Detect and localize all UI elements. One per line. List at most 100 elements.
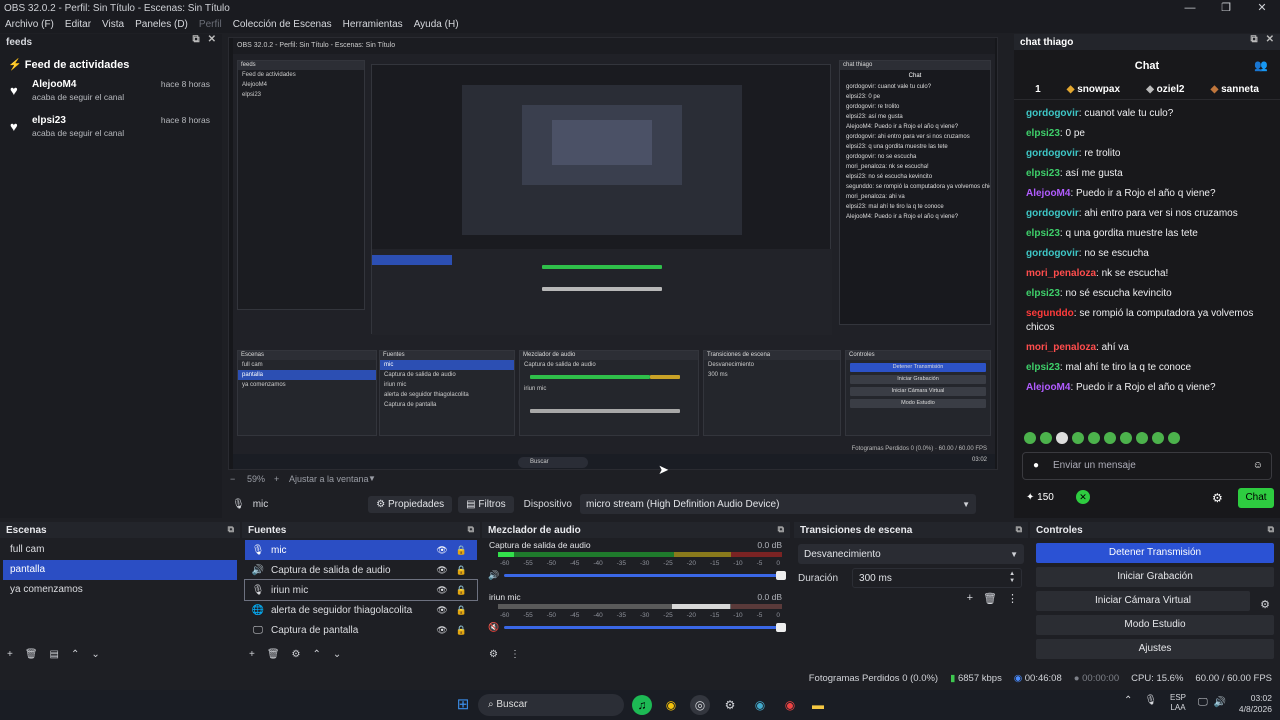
scene-item[interactable]: ya comenzamos	[3, 580, 237, 600]
chrome-profile-icon[interactable]: ◉	[750, 695, 770, 715]
menu-herramientas[interactable]: Herramientas	[343, 19, 403, 30]
chat-username[interactable]: AlejooM4	[1026, 188, 1070, 199]
zoom-in-icon[interactable]: +	[274, 474, 279, 484]
undock-icon[interactable]: ⧉	[468, 524, 474, 535]
speaker-icon[interactable]: 🔊	[488, 570, 499, 581]
undock-icon[interactable]: ⧉	[1268, 524, 1274, 535]
chat-username[interactable]: elpsi23	[1026, 362, 1060, 373]
duration-spinbox[interactable]: 300 ms ▲ ▼	[852, 568, 1023, 588]
spin-arrows-icon[interactable]: ▲ ▼	[1009, 571, 1015, 585]
leaderboard-entry[interactable]: ◆ oziel2	[1146, 84, 1184, 95]
lock-icon[interactable]: 🔒	[456, 585, 467, 596]
chat-username[interactable]: gordogovir	[1026, 108, 1079, 119]
source-item[interactable]: 🎙 mic 👁 🔒	[245, 540, 477, 560]
menu-perfil[interactable]: Perfil	[199, 19, 222, 30]
menu-coleccion-escenas[interactable]: Colección de Escenas	[233, 19, 332, 30]
fit-window-label[interactable]: Ajustar a la ventana	[289, 474, 369, 484]
add-icon[interactable]: +	[249, 649, 255, 660]
volume-slider-knob[interactable]	[776, 623, 786, 632]
device-select[interactable]: micro stream (High Definition Audio Devi…	[580, 494, 976, 514]
gear-icon[interactable]: ⚙	[1260, 595, 1270, 615]
undock-icon[interactable]: ⧉	[1250, 34, 1257, 45]
emote-icon[interactable]	[1040, 432, 1052, 444]
preview-canvas[interactable]: OBS 32.0.2 - Perfil: Sin Título - Escena…	[228, 37, 998, 470]
emoji-icon[interactable]: ☺	[1253, 460, 1263, 471]
chat-username[interactable]: elpsi23	[1026, 288, 1060, 299]
filters-button[interactable]: ▤ Filtros	[458, 495, 514, 513]
chat-username[interactable]: elpsi23	[1026, 128, 1060, 139]
undock-icon[interactable]: ⧉	[778, 524, 784, 535]
zoom-out-icon[interactable]: −	[230, 474, 235, 484]
eye-icon[interactable]: 👁	[436, 605, 447, 616]
eye-icon[interactable]: 👁	[436, 545, 447, 556]
eye-icon[interactable]: 👁	[436, 565, 447, 576]
clock[interactable]: 03:02 4/8/2026	[1232, 693, 1272, 715]
volume-slider[interactable]	[504, 623, 786, 632]
source-item[interactable]: 🎙 iriun mic 👁 🔒	[244, 579, 478, 601]
lock-icon[interactable]: 🔒	[456, 605, 467, 616]
close-icon[interactable]: ✕	[1244, 0, 1280, 16]
chat-username[interactable]: elpsi23	[1026, 168, 1060, 179]
scene-item[interactable]: full cam	[3, 540, 237, 560]
more-icon[interactable]: ⋮	[1007, 592, 1018, 605]
lock-icon[interactable]: 🔒	[456, 625, 467, 636]
add-icon[interactable]: +	[7, 649, 13, 660]
tray-chevron-icon[interactable]: ⌃	[1124, 695, 1132, 706]
minimize-icon[interactable]: —	[1172, 0, 1208, 16]
emote-icon[interactable]	[1088, 432, 1100, 444]
transition-select[interactable]: Desvanecimiento ▼	[798, 544, 1024, 564]
chrome-icon[interactable]: ◉	[661, 695, 681, 715]
studio-mode-button[interactable]: Modo Estudio	[1036, 615, 1274, 635]
more-icon[interactable]: ⋮	[510, 649, 520, 660]
source-item[interactable]: 🌐 alerta de seguidor thiagolacolita 👁 🔒	[245, 600, 477, 620]
users-icon[interactable]: 👥	[1254, 59, 1268, 72]
chevron-down-icon[interactable]: ⌄	[333, 649, 341, 660]
emote-icon[interactable]	[1120, 432, 1132, 444]
volume-slider-knob[interactable]	[776, 571, 786, 580]
trash-icon[interactable]: 🗑	[983, 592, 997, 605]
emote-icon[interactable]	[1072, 432, 1084, 444]
scene-item[interactable]: pantalla	[3, 560, 237, 580]
chat-username[interactable]: gordogovir	[1026, 148, 1079, 159]
emote-icon[interactable]	[1152, 432, 1164, 444]
lock-icon[interactable]: 🔒	[456, 565, 467, 576]
gear-icon[interactable]: ⚙	[1212, 491, 1223, 505]
chevron-down-icon[interactable]: ▼	[368, 474, 376, 483]
windows-start-icon[interactable]: ⊞	[453, 695, 473, 715]
add-icon[interactable]: +	[967, 592, 973, 605]
undock-icon[interactable]: ⧉	[228, 524, 234, 535]
chat-username[interactable]: AlejooM4	[1026, 382, 1070, 393]
bonus-icon[interactable]: ✕	[1076, 490, 1090, 504]
trash-icon[interactable]: 🗑	[267, 649, 280, 660]
volume-slider[interactable]	[504, 571, 786, 580]
language-indicator[interactable]: ESP LAA	[1170, 693, 1186, 713]
taskbar-search[interactable]: ⌕ Buscar	[478, 694, 624, 716]
undock-icon[interactable]: ⧉	[192, 34, 199, 45]
maximize-icon[interactable]: ❐	[1208, 0, 1244, 16]
emote-icon[interactable]	[1024, 432, 1036, 444]
chevron-up-icon[interactable]: ⌃	[71, 649, 79, 660]
gear-icon[interactable]: ⚙	[489, 649, 498, 660]
eye-icon[interactable]: 👁	[436, 585, 447, 596]
chat-send-button[interactable]: Chat	[1238, 488, 1274, 508]
trash-icon[interactable]: 🗑	[25, 649, 38, 660]
properties-button[interactable]: ⚙ Propiedades	[368, 495, 453, 513]
chat-username[interactable]: elpsi23	[1026, 228, 1060, 239]
menu-archivo[interactable]: Archivo (F)	[5, 19, 54, 30]
chat-input[interactable]: ● Enviar un mensaje ☺	[1022, 452, 1272, 480]
undock-icon[interactable]: ⧉	[1016, 524, 1022, 535]
spotify-icon[interactable]: ♫	[632, 695, 652, 715]
chevron-down-icon[interactable]: ⌄	[91, 649, 99, 660]
chevron-up-icon[interactable]: ⌃	[313, 649, 321, 660]
menu-vista[interactable]: Vista	[102, 19, 124, 30]
network-icon[interactable]: 🖵	[1198, 697, 1208, 708]
emote-icon[interactable]	[1056, 432, 1068, 444]
chrome-alt-icon[interactable]: ◉	[780, 695, 800, 715]
close-dock-icon[interactable]: ✕	[208, 34, 216, 45]
stop-stream-button[interactable]: Detener Transmisión	[1036, 543, 1274, 563]
filter-icon[interactable]: ▤	[50, 649, 59, 660]
settings-app-icon[interactable]: ⚙	[720, 695, 740, 715]
settings-button[interactable]: Ajustes	[1036, 639, 1274, 659]
menu-ayuda[interactable]: Ayuda (H)	[414, 19, 459, 30]
volume-icon[interactable]: 🔊	[1214, 697, 1226, 708]
